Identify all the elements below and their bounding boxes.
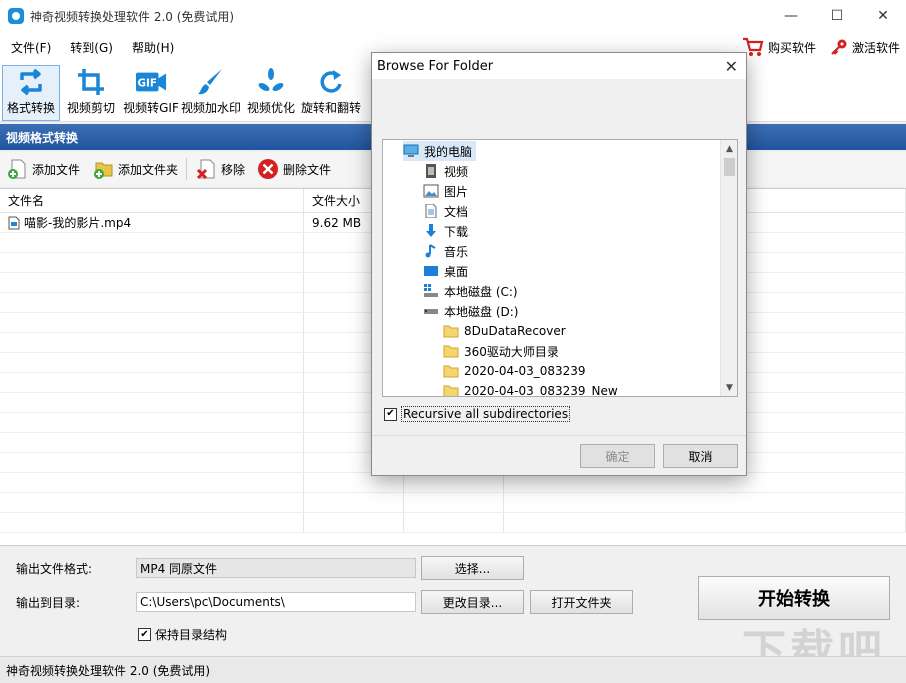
- delete-icon: [258, 159, 279, 179]
- convert-icon: [15, 67, 47, 97]
- add-folder-button[interactable]: 添加文件夹: [86, 158, 184, 180]
- maximize-button[interactable]: ☐: [814, 0, 860, 32]
- open-folder-button[interactable]: 打开文件夹: [530, 590, 633, 614]
- tool-format-convert[interactable]: 格式转换: [2, 65, 60, 121]
- tool-rotate-flip[interactable]: 旋转和翻转: [301, 65, 361, 121]
- tree-item-documents[interactable]: 文档: [423, 201, 468, 221]
- optimize-icon: [255, 67, 287, 97]
- recursive-option[interactable]: ✔ Recursive all subdirectories: [384, 406, 571, 422]
- folder-icon: [443, 365, 459, 378]
- recursive-label: Recursive all subdirectories: [401, 406, 571, 422]
- file-name-cell: 喵影-我的影片.mp4: [0, 213, 304, 232]
- menu-goto[interactable]: 转到(G): [62, 39, 121, 56]
- dialog-footer: 确定 取消: [372, 435, 746, 475]
- window-controls: — ☐ ✕: [768, 0, 906, 32]
- drive-d-icon: [424, 309, 438, 314]
- menu-help[interactable]: 帮助(H): [124, 39, 182, 56]
- tree-item-videos[interactable]: 视频: [423, 161, 468, 181]
- tree-item-music[interactable]: 音乐: [423, 241, 468, 261]
- scroll-up-icon[interactable]: ▲: [721, 140, 737, 157]
- document-icon: [425, 204, 437, 218]
- rotate-icon: [315, 67, 347, 97]
- toolbar-separator: [186, 158, 188, 180]
- add-folder-icon: [94, 162, 113, 179]
- scroll-thumb[interactable]: [724, 158, 735, 176]
- tool-watermark[interactable]: 视频加水印: [181, 65, 241, 121]
- scroll-down-icon[interactable]: ▼: [721, 379, 737, 396]
- tree-item-pictures[interactable]: 图片: [423, 181, 468, 201]
- close-button[interactable]: ✕: [860, 0, 906, 32]
- browse-folder-dialog: Browse For Folder ✕ 我的电脑 视频 图片 文档 下载 音乐: [371, 52, 747, 476]
- tree-item-my-computer[interactable]: 我的电脑: [403, 141, 477, 161]
- tool-video-cut[interactable]: 视频剪切: [62, 65, 120, 121]
- window-title: 神奇视频转换处理软件 2.0 (免费试用): [30, 9, 235, 24]
- download-icon: [426, 224, 436, 237]
- activate-software-link[interactable]: 激活软件: [830, 38, 900, 56]
- folder-icon: [443, 385, 459, 396]
- tree-scrollbar[interactable]: ▲ ▼: [720, 140, 737, 396]
- buy-label: 购买软件: [767, 40, 816, 55]
- buy-software-link[interactable]: 购买软件: [742, 37, 816, 57]
- folder-icon: [443, 325, 459, 338]
- video-file-icon: [8, 216, 20, 229]
- gif-icon: GIF: [135, 67, 167, 97]
- change-dir-button[interactable]: 更改目录...: [421, 590, 524, 614]
- add-file-button[interactable]: 添加文件: [0, 158, 86, 180]
- status-bar: 神奇视频转换处理软件 2.0 (免费试用): [0, 656, 906, 683]
- select-format-button[interactable]: 选择...: [421, 556, 524, 580]
- output-dir-label: 输出到目录:: [16, 596, 81, 610]
- format-label: 输出文件格式:: [16, 562, 93, 576]
- computer-icon: [403, 144, 419, 157]
- keep-structure-option[interactable]: ✔ 保持目录结构: [138, 626, 227, 643]
- drive-c-icon: [424, 284, 438, 297]
- gif-text: GIF: [138, 78, 157, 90]
- folder-icon: [443, 345, 459, 358]
- tree-item-downloads[interactable]: 下载: [423, 221, 468, 241]
- tree-item-drive-d[interactable]: 本地磁盘 (D:): [423, 301, 518, 321]
- remove-icon: [196, 159, 215, 180]
- menu-file[interactable]: 文件(F): [3, 39, 59, 56]
- activate-label: 激活软件: [851, 40, 900, 55]
- tree-item-folder[interactable]: 2020-04-03_083239: [443, 361, 586, 381]
- dialog-title: Browse For Folder: [372, 53, 746, 79]
- column-filename[interactable]: 文件名: [0, 189, 304, 212]
- keep-structure-label: 保持目录结构: [155, 628, 228, 642]
- title-bar: 神奇视频转换处理软件 2.0 (免费试用) — ☐ ✕: [0, 0, 906, 32]
- tree-item-folder[interactable]: 2020-04-03_083239_New: [443, 381, 618, 396]
- tree-item-folder[interactable]: 360驱动大师目录: [443, 341, 559, 361]
- desktop-icon: [424, 266, 438, 276]
- ok-button[interactable]: 确定: [580, 444, 655, 468]
- dialog-close-button[interactable]: ✕: [725, 57, 738, 76]
- music-icon: [425, 244, 436, 258]
- picture-icon: [423, 184, 439, 198]
- keep-structure-checkbox[interactable]: ✔: [138, 628, 151, 641]
- minimize-button[interactable]: —: [768, 0, 814, 32]
- crop-icon: [75, 67, 107, 97]
- key-icon: [831, 39, 847, 55]
- app-icon: [8, 8, 24, 24]
- format-field: MP4 同原文件: [136, 558, 416, 578]
- tool-video-to-gif[interactable]: GIF 视频转GIF: [122, 65, 180, 121]
- tree-item-drive-c[interactable]: 本地磁盘 (C:): [423, 281, 518, 301]
- output-dir-field[interactable]: C:\Users\pc\Documents\: [136, 592, 416, 612]
- folder-tree[interactable]: 我的电脑 视频 图片 文档 下载 音乐 桌面 本地磁盘 (C:) 本地磁盘 (D…: [382, 139, 738, 397]
- delete-file-button[interactable]: 删除文件: [251, 158, 337, 180]
- start-convert-button[interactable]: 开始转换: [698, 576, 890, 620]
- cancel-button[interactable]: 取消: [663, 444, 738, 468]
- tree-item-desktop[interactable]: 桌面: [423, 261, 468, 281]
- remove-button[interactable]: 移除: [189, 158, 251, 180]
- video-icon: [426, 164, 436, 178]
- add-file-icon: [8, 159, 26, 179]
- tool-optimize[interactable]: 视频优化: [242, 65, 300, 121]
- brush-icon: [195, 67, 227, 97]
- recursive-checkbox[interactable]: ✔: [384, 407, 397, 421]
- tree-item-folder[interactable]: 8DuDataRecover: [443, 321, 566, 341]
